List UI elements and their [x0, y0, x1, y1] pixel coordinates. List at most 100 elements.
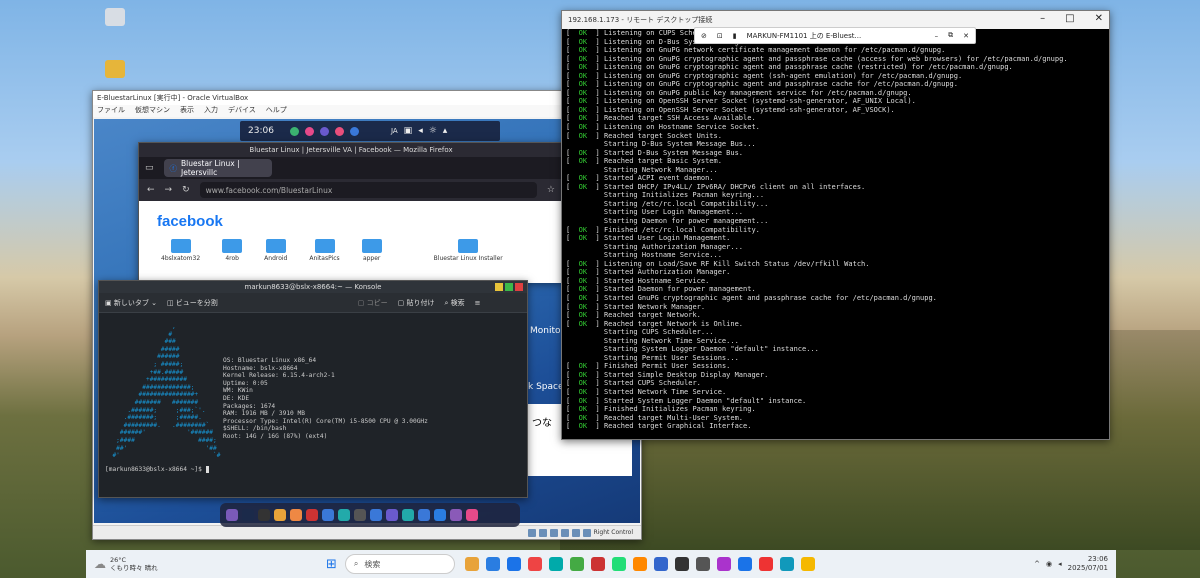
paste-button[interactable]: ▢ 貼り付け	[398, 298, 435, 308]
konsole-window[interactable]: markun8633@bslx-x8664:~ — Konsole ▣ 新しいタ…	[98, 280, 528, 498]
app-icon[interactable]	[304, 126, 314, 136]
folder-item[interactable]: 4bslxatom32	[161, 239, 200, 262]
close-icon[interactable]: ✕	[1095, 13, 1103, 24]
konsole-titlebar[interactable]: markun8633@bslx-x8664:~ — Konsole	[99, 281, 527, 293]
tab-list-icon[interactable]: ▭	[145, 163, 154, 173]
network-icon[interactable]: ◉	[1046, 560, 1052, 568]
close-icon[interactable]	[515, 283, 523, 291]
lock-icon[interactable]: ⊡	[717, 32, 723, 40]
restore-icon[interactable]: ⧉	[948, 31, 953, 40]
split-view-button[interactable]: ◫ ビューを分割	[167, 298, 218, 308]
dock-app-icon[interactable]	[242, 509, 254, 521]
chevron-up-icon[interactable]: ^	[1034, 560, 1040, 568]
windows-start-icon[interactable]: ⊞	[326, 557, 337, 572]
dock-app-icon[interactable]	[466, 509, 478, 521]
minimize-icon[interactable]	[495, 283, 503, 291]
terminal-icon[interactable]	[258, 509, 270, 521]
hamburger-menu-icon[interactable]: ≡	[475, 299, 481, 307]
status-icon[interactable]	[538, 528, 547, 537]
forward-icon[interactable]: →	[165, 185, 173, 195]
maximize-icon[interactable]: □	[1065, 13, 1074, 24]
shell-prompt[interactable]: [markun8633@bslx-x8664 ~]$	[105, 465, 521, 474]
brightness-icon[interactable]: ☼	[429, 126, 437, 136]
taskbar-app-icon[interactable]	[590, 557, 605, 571]
status-icon[interactable]	[549, 528, 558, 537]
taskbar-app-icon[interactable]	[485, 557, 500, 571]
menu-file[interactable]: ファイル	[97, 105, 125, 117]
volume-icon[interactable]: ◂	[1058, 560, 1062, 568]
dock-app-icon[interactable]	[450, 509, 462, 521]
dock-app-icon[interactable]	[226, 509, 238, 521]
taskbar-app-icon[interactable]	[611, 557, 626, 571]
dock-app-icon[interactable]	[306, 509, 318, 521]
back-icon[interactable]: ←	[147, 185, 155, 195]
reload-icon[interactable]: ↻	[182, 185, 190, 195]
minimize-icon[interactable]: –	[935, 32, 939, 40]
dock-app-icon[interactable]	[338, 509, 350, 521]
taskbar-app-icon[interactable]	[506, 557, 521, 571]
taskbar-app-icon[interactable]	[674, 557, 689, 571]
dock-app-icon[interactable]	[322, 509, 334, 521]
maximize-icon[interactable]	[505, 283, 513, 291]
url-bar[interactable]: www.facebook.com/BluestarLinux	[199, 182, 537, 198]
taskbar-app-icon[interactable]	[779, 557, 794, 571]
volume-icon[interactable]: ◂	[418, 126, 423, 136]
taskbar-app-icon[interactable]	[800, 557, 815, 571]
taskbar-clock[interactable]: 23:06 2025/07/01	[1068, 555, 1108, 573]
menu-input[interactable]: 入力	[204, 105, 218, 117]
folder-item[interactable]: Bluestar Linux Installer	[434, 239, 503, 262]
pin-icon[interactable]: ⊘	[701, 32, 707, 40]
bookmark-star-icon[interactable]: ☆	[547, 185, 555, 195]
status-icon[interactable]	[571, 528, 580, 537]
dock-app-icon[interactable]	[274, 509, 286, 521]
menu-view[interactable]: 表示	[180, 105, 194, 117]
dock-app-icon[interactable]	[402, 509, 414, 521]
status-icon[interactable]	[560, 528, 569, 537]
search-box[interactable]: ⌕ 検索	[344, 554, 455, 574]
dock-app-icon[interactable]	[434, 509, 446, 521]
find-button[interactable]: ⌕ 検索	[444, 298, 464, 308]
app-icon[interactable]	[349, 126, 359, 136]
facebook-logo[interactable]: facebook	[157, 213, 223, 230]
close-icon[interactable]: ✕	[963, 32, 969, 40]
dock-app-icon[interactable]	[290, 509, 302, 521]
input-method-label[interactable]: JA	[391, 127, 398, 135]
folder-item[interactable]: apper	[361, 239, 382, 262]
taskbar-app-icon[interactable]	[653, 557, 668, 571]
taskbar-app-icon[interactable]	[548, 557, 563, 571]
taskbar-app-icon[interactable]	[527, 557, 542, 571]
menu-help[interactable]: ヘルプ	[266, 105, 287, 117]
weather-widget[interactable]: ☁ 26°C くもり時々 晴れ	[94, 556, 274, 572]
virtualbox-titlebar[interactable]: E-BluestarLinux [実行中] - Oracle VirtualBo…	[93, 91, 641, 105]
taskbar-app-icon[interactable]	[716, 557, 731, 571]
minimize-icon[interactable]: –	[1040, 13, 1045, 24]
guest-clock[interactable]: 23:06	[248, 126, 274, 136]
taskbar-app-icon[interactable]	[695, 557, 710, 571]
remote-desktop-window[interactable]: 192.168.1.173 - リモート デスクトップ接続 – □ ✕ [ OK…	[561, 10, 1110, 440]
dock-app-icon[interactable]	[386, 509, 398, 521]
desktop-icon-recycle-bin[interactable]	[102, 8, 128, 28]
menu-devices[interactable]: デバイス	[228, 105, 256, 117]
app-icon[interactable]	[319, 126, 329, 136]
folder-item[interactable]: Android	[264, 239, 287, 262]
folder-item[interactable]: 4rob	[222, 239, 243, 262]
signal-icon[interactable]: ▮	[733, 32, 737, 40]
app-icon[interactable]	[289, 126, 299, 136]
clipboard-icon[interactable]: ▣	[404, 126, 413, 136]
taskbar-app-icon[interactable]	[758, 557, 773, 571]
menu-machine[interactable]: 仮想マシン	[135, 105, 170, 117]
terminal-area[interactable]: , # ### ##### ###### ; #####; +##.##### …	[99, 315, 527, 497]
chevron-up-icon[interactable]: ▴	[443, 126, 448, 136]
desktop-icon-folder[interactable]	[102, 60, 128, 80]
taskbar-app-icon[interactable]	[632, 557, 647, 571]
folder-item[interactable]: AnitasPics	[309, 239, 340, 262]
status-icon[interactable]	[582, 528, 591, 537]
taskbar-app-icon[interactable]	[464, 557, 479, 571]
firefox-tab-facebook[interactable]: ⓕ Bluestar Linux | Jetersvillc	[163, 159, 272, 177]
taskbar-app-icon[interactable]	[569, 557, 584, 571]
taskbar-app-icon[interactable]	[737, 557, 752, 571]
dock-app-icon[interactable]	[418, 509, 430, 521]
dock-app-icon[interactable]	[354, 509, 366, 521]
boot-console[interactable]: [ OK ] Listening on CUPS Scheduler.[ OK …	[562, 29, 1109, 431]
new-tab-button[interactable]: ▣ 新しいタブ ⌄	[105, 298, 157, 308]
